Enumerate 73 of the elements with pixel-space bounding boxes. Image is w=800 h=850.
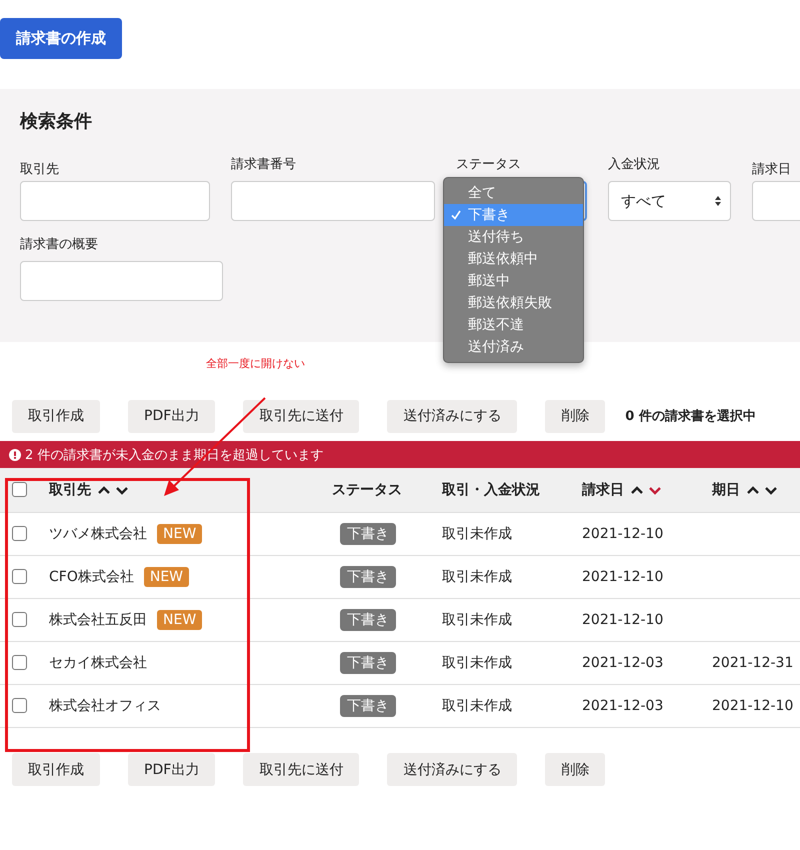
create-invoice-button[interactable]: 請求書の作成 <box>0 18 122 59</box>
dropdown-option[interactable]: 送付待ち <box>444 226 583 248</box>
table-cell: 2021-12-10 <box>582 568 664 584</box>
status-badge: 下書き <box>340 522 396 544</box>
field-label: ステータス <box>456 156 522 173</box>
table-cell: 2021-12-31 <box>712 654 794 670</box>
selection-count: 0 件の請求書を選択中 <box>625 408 756 425</box>
dropdown-option[interactable]: 郵送中 <box>444 270 583 292</box>
column-header: 請求日 <box>582 480 624 499</box>
row-checkbox[interactable] <box>12 569 27 584</box>
new-badge: NEW <box>157 524 202 544</box>
table-cell: CFO株式会社 <box>49 568 134 586</box>
action-button[interactable]: 送付済みにする <box>387 400 518 432</box>
table-cell: ツバメ株式会社 <box>49 524 147 542</box>
action-button[interactable]: 取引作成 <box>12 753 100 786</box>
status-badge: 下書き <box>340 608 396 630</box>
select-all-checkbox[interactable] <box>12 482 27 498</box>
select-arrows-icon <box>714 195 722 207</box>
dropdown-option[interactable]: 郵送不達 <box>444 314 583 336</box>
column-header: 期日 <box>712 480 740 499</box>
action-button[interactable]: 取引先に送付 <box>243 753 360 786</box>
row-checkbox[interactable] <box>12 526 27 542</box>
table-cell: 株式会社オフィス <box>49 696 161 714</box>
row-checkbox[interactable] <box>12 612 27 628</box>
status-badge: 下書き <box>340 694 396 716</box>
table-cell: 2021-12-10 <box>582 612 664 628</box>
column-header: ステータス <box>332 480 402 499</box>
dropdown-option[interactable]: 全て <box>444 182 583 204</box>
status-badge: 下書き <box>340 566 396 588</box>
table-cell: セカイ株式会社 <box>49 654 147 672</box>
table-cell: 取引未作成 <box>442 612 512 628</box>
input-field[interactable] <box>231 181 435 221</box>
check-icon <box>451 210 461 220</box>
new-badge: NEW <box>144 566 190 586</box>
field-label: 請求書番号 <box>231 156 297 173</box>
table-cell: 取引未作成 <box>442 654 512 670</box>
new-badge: NEW <box>157 610 202 630</box>
action-button[interactable]: 送付済みにする <box>387 753 518 786</box>
column-header: 取引・入金状況 <box>442 480 540 499</box>
field-label: 請求日 <box>752 161 792 178</box>
sort-icon[interactable] <box>97 484 131 496</box>
select-field[interactable]: すべて <box>608 181 731 221</box>
row-checkbox[interactable] <box>12 698 27 714</box>
sort-icon[interactable] <box>630 484 664 496</box>
table-cell: 取引未作成 <box>442 568 512 584</box>
dropdown-option[interactable]: 郵送依頼失敗 <box>444 292 583 314</box>
action-button[interactable]: PDF出力 <box>128 400 216 432</box>
dropdown-option[interactable]: 送付済み <box>444 336 583 358</box>
table-cell: 2021-12-10 <box>712 698 794 714</box>
dropdown-option[interactable]: 郵送依頼中 <box>444 248 583 270</box>
table-cell: 株式会社五反田 <box>49 610 147 628</box>
annotation-text: 全部一度に開けない <box>206 356 305 371</box>
sort-icon[interactable] <box>746 484 780 496</box>
action-button[interactable]: 取引作成 <box>12 400 100 432</box>
action-button[interactable]: 取引先に送付 <box>243 400 360 432</box>
column-header: 取引先 <box>49 480 91 499</box>
table-cell: 取引未作成 <box>442 698 512 714</box>
row-checkbox[interactable] <box>12 655 27 670</box>
field-label: 取引先 <box>20 161 60 178</box>
table-cell: 取引未作成 <box>442 526 512 542</box>
status-badge: 下書き <box>340 652 396 674</box>
action-button[interactable]: 削除 <box>545 400 606 432</box>
table-cell: 2021-12-03 <box>582 654 664 670</box>
alert-icon <box>9 448 21 460</box>
field-label: 入金状況 <box>608 156 661 173</box>
table-cell: 2021-12-03 <box>582 698 664 714</box>
panel-title: 検索条件 <box>20 110 93 133</box>
input-field[interactable] <box>20 181 210 221</box>
field-label: 請求書の概要 <box>20 236 99 253</box>
input-field[interactable] <box>20 261 223 301</box>
table-cell: 2021-12-10 <box>582 526 664 542</box>
action-button[interactable]: 削除 <box>545 753 606 786</box>
action-button[interactable]: PDF出力 <box>128 753 216 786</box>
